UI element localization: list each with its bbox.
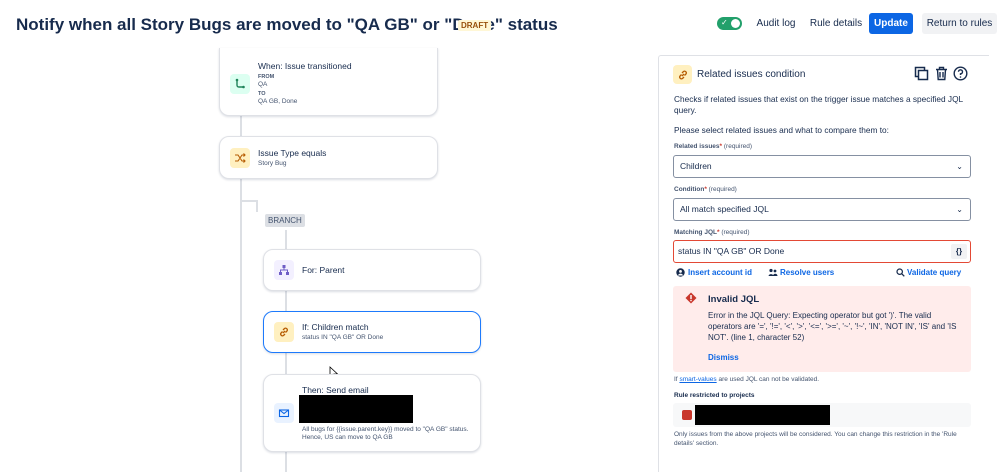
branch-connector [256,200,258,212]
error-icon [685,292,697,304]
status-lozenge: DRAFT [458,20,492,31]
toggle-knob [731,19,740,28]
restricted-projects-note: Only issues from the above projects will… [674,431,957,447]
issue-type-condition-card[interactable] [219,136,438,179]
branch-for-title: For: Parent [302,265,345,275]
link-icon [274,322,294,342]
restricted-projects-label: Rule restricted to projects [674,392,755,399]
panel-title: Related issues condition [697,69,806,80]
branch-connector [285,452,287,472]
copy-icon[interactable] [914,66,929,81]
branch-for-parent-card[interactable] [263,249,481,291]
rule-details-button[interactable]: Rule details [808,13,864,34]
person-circle-icon [676,268,685,277]
condition-select[interactable]: All match specified JQL ⌄ [673,198,971,221]
update-button[interactable]: Update [869,13,913,34]
chevron-down-icon: ⌄ [956,162,963,171]
related-issues-label: Related issues* (required) [674,143,753,150]
error-title: Invalid JQL [708,294,760,305]
branch-connector [285,290,287,311]
error-body: Error in the JQL Query: Expecting operat… [708,311,957,342]
send-email-title: Then: Send email [302,385,369,395]
branch-label: BRANCH [265,214,305,227]
audit-log-button[interactable]: Audit log [752,13,800,34]
trigger-from-label: FROM [258,74,275,80]
dismiss-error-link[interactable]: Dismiss [708,353,739,362]
branch-connector [240,200,256,202]
flow-connector [240,178,242,200]
related-issues-select[interactable]: Children ⌄ [673,155,971,178]
shuffle-icon [230,148,250,168]
transition-icon [230,74,250,94]
smart-values-note: If smart-values are used JQL can not be … [674,376,820,383]
insert-account-id-link[interactable]: Insert account id [688,268,752,277]
branch-connector [240,200,242,472]
validate-query-link[interactable]: Validate query [907,268,961,277]
trigger-card[interactable] [219,48,438,116]
condition-title: Issue Type equals [258,148,327,158]
if-children-subtitle: status IN "QA GB" OR Done [302,334,384,341]
matching-jql-input[interactable]: status IN "QA GB" OR Done {} [673,240,971,263]
redacted-block [695,405,830,425]
check-icon: ✓ [721,18,728,27]
people-icon [768,268,778,276]
branch-connector [285,353,287,374]
smart-values-link[interactable]: smart-values [679,376,716,383]
link-icon [673,65,692,84]
rule-enabled-toggle[interactable]: ✓ [717,17,742,30]
trigger-from-value: QA [258,81,268,88]
trash-icon[interactable] [934,66,949,81]
trigger-to-label: TO [258,91,266,97]
trigger-title: When: Issue transitioned [258,61,352,71]
panel-description: Checks if related issues that exist on t… [674,94,963,115]
flow-connector [240,115,242,137]
condition-subtitle: Story Bug [258,160,287,167]
search-icon [896,268,905,277]
condition-label: Condition* (required) [674,186,737,193]
mail-icon [274,403,294,423]
chevron-down-icon: ⌄ [956,205,963,214]
send-email-body-line2: Hence, US can move to QA GB [302,434,393,441]
smart-value-button[interactable]: {} [951,244,967,259]
trigger-to-value: QA GB, Done [258,98,298,105]
header: Notify when all Story Bugs are moved to … [0,0,999,48]
project-avatar-icon [682,410,692,420]
panel-instruction: Please select related issues and what to… [674,125,889,135]
branch-connector [285,230,287,250]
matching-jql-label: Matching JQL* (required) [674,229,750,236]
if-children-title: If: Children match [302,322,369,332]
send-email-body-line1: All bugs for {{issue.parent.key}} moved … [302,426,469,433]
resolve-users-link[interactable]: Resolve users [780,268,834,277]
hierarchy-icon [274,260,294,280]
if-children-match-card[interactable] [263,311,481,353]
return-to-rules-button[interactable]: Return to rules [922,13,997,34]
redacted-block [299,395,413,423]
help-icon[interactable] [953,66,968,81]
